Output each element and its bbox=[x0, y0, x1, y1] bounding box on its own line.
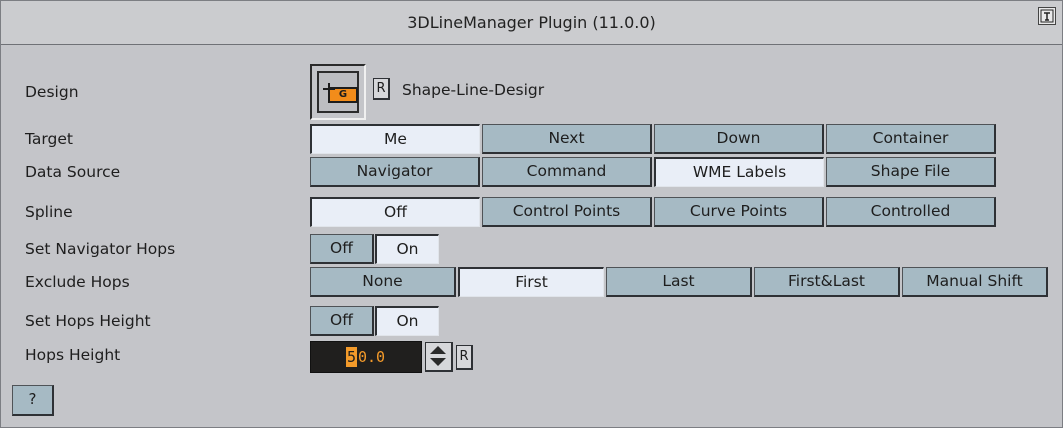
hops-height-reset-button[interactable]: R bbox=[456, 345, 473, 370]
target-container-button[interactable]: Container bbox=[826, 124, 996, 154]
exclude-hops-first-button[interactable]: First bbox=[458, 267, 604, 297]
set-hops-height-label: Set Hops Height bbox=[25, 312, 151, 330]
target-label: Target bbox=[25, 130, 73, 148]
hops-height-value: 0.0 bbox=[358, 348, 386, 366]
title-bar: 3DLineManager Plugin (11.0.0) bbox=[1, 1, 1062, 45]
design-label: Design bbox=[25, 83, 79, 101]
plugin-panel: 3DLineManager Plugin (11.0.0) Design G R… bbox=[0, 0, 1063, 428]
exclude-hops-label: Exclude Hops bbox=[25, 273, 130, 291]
up-down-arrows-icon bbox=[430, 346, 446, 366]
hops-height-value-first-digit: 5 bbox=[346, 348, 357, 366]
data-source-wme-labels-button[interactable]: WME Labels bbox=[654, 157, 824, 187]
set-hops-height-off-button[interactable]: Off bbox=[310, 306, 374, 336]
set-hops-height-on-button[interactable]: On bbox=[375, 306, 439, 336]
set-navigator-hops-label: Set Navigator Hops bbox=[25, 240, 176, 258]
hops-height-label: Hops Height bbox=[25, 346, 121, 364]
target-down-button[interactable]: Down bbox=[654, 124, 824, 154]
exclude-hops-last-button[interactable]: Last bbox=[606, 267, 752, 297]
hops-height-stepper[interactable] bbox=[425, 342, 453, 372]
target-next-button[interactable]: Next bbox=[482, 124, 652, 154]
data-source-shape-file-button[interactable]: Shape File bbox=[826, 157, 996, 187]
plugin-help-icon[interactable] bbox=[1038, 7, 1056, 25]
help-button[interactable]: ? bbox=[12, 385, 54, 416]
exclude-hops-first-last-button[interactable]: First&Last bbox=[754, 267, 900, 297]
spline-control-points-button[interactable]: Control Points bbox=[482, 197, 652, 227]
exclude-hops-none-button[interactable]: None bbox=[310, 267, 456, 297]
set-navigator-hops-off-button[interactable]: Off bbox=[310, 234, 374, 264]
spline-curve-points-button[interactable]: Curve Points bbox=[654, 197, 824, 227]
spline-label: Spline bbox=[25, 203, 73, 221]
spline-off-button[interactable]: Off bbox=[310, 197, 480, 227]
target-me-button[interactable]: Me bbox=[310, 124, 480, 154]
design-drop-target[interactable]: G bbox=[310, 64, 366, 120]
window-title: 3DLineManager Plugin (11.0.0) bbox=[407, 13, 656, 32]
data-source-command-button[interactable]: Command bbox=[482, 157, 652, 187]
data-source-label: Data Source bbox=[25, 163, 121, 181]
design-thumbnail: G bbox=[317, 71, 359, 113]
hops-height-input[interactable]: 5 0.0 bbox=[310, 341, 422, 373]
crosshair-icon-vertical bbox=[328, 83, 330, 95]
design-name: Shape-Line-Desigr bbox=[402, 81, 545, 99]
set-navigator-hops-on-button[interactable]: On bbox=[375, 234, 439, 264]
data-source-navigator-button[interactable]: Navigator bbox=[310, 157, 480, 187]
exclude-hops-manual-shift-button[interactable]: Manual Shift bbox=[902, 267, 1048, 297]
spline-controlled-button[interactable]: Controlled bbox=[826, 197, 996, 227]
design-reset-button[interactable]: R bbox=[373, 78, 390, 100]
